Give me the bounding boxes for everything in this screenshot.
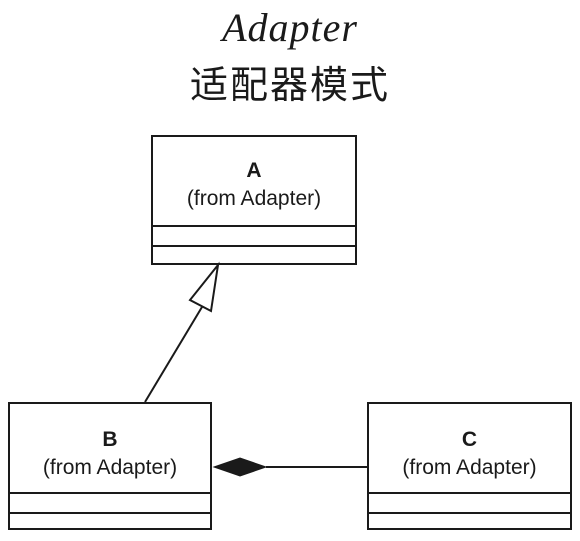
generalization-arrowhead — [188, 261, 220, 313]
generalization-line — [144, 301, 206, 403]
relationship-lines — [144, 261, 367, 477]
composition-diamond — [212, 457, 268, 477]
